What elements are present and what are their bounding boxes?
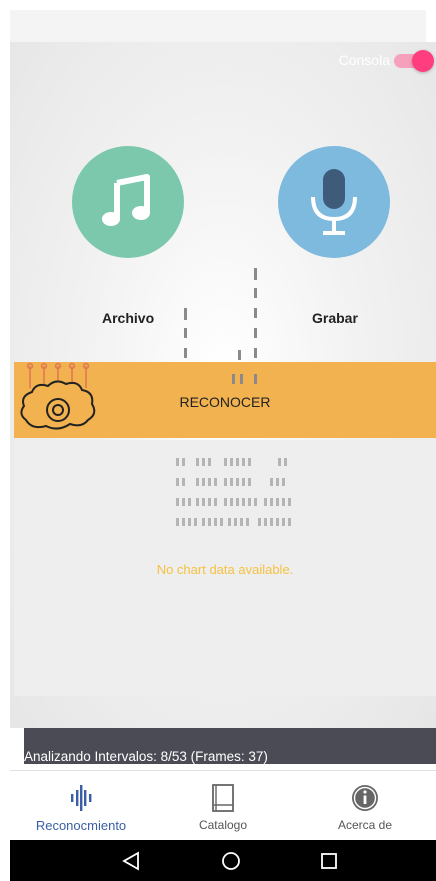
nav-item-catalogo[interactable]: Catalogo — [152, 771, 294, 841]
console-toggle[interactable] — [394, 50, 434, 72]
toggle-knob — [412, 50, 434, 72]
grabar-button[interactable] — [278, 146, 390, 258]
nav-label-reconocimiento: Reconocmiento — [35, 818, 127, 833]
nav-item-reconocimiento[interactable]: Reconocmiento — [10, 771, 152, 841]
status-bar — [10, 10, 426, 42]
analyzing-status-bar: Analizando Intervalos: 8/53 (Frames: 37) — [24, 728, 436, 764]
waveform-overlay — [176, 268, 291, 526]
microphone-icon — [311, 169, 357, 235]
console-label: Consola — [338, 52, 390, 68]
recents-icon[interactable] — [318, 850, 340, 872]
book-icon — [212, 784, 234, 812]
system-navigation-bar — [10, 840, 436, 881]
waveform-icon — [71, 785, 92, 811]
analyzing-status-text: Analizando Intervalos: 8/53 (Frames: 37) — [24, 749, 268, 764]
nav-label-catalogo: Catalogo — [198, 818, 248, 832]
nav-label-acerca-de: Acerca de — [337, 818, 393, 832]
back-icon[interactable] — [120, 850, 142, 872]
info-icon — [352, 785, 378, 811]
archivo-button[interactable] — [72, 146, 184, 258]
music-note-icon — [102, 174, 150, 226]
nav-item-acerca-de[interactable]: Acerca de — [294, 771, 436, 841]
home-icon[interactable] — [220, 850, 242, 872]
bottom-navigation: Reconocmiento Catalogo Acerca de — [10, 770, 436, 841]
archivo-label: Archivo — [102, 310, 155, 326]
no-chart-message: No chart data available. — [156, 562, 294, 577]
grabar-label: Grabar — [312, 310, 358, 326]
